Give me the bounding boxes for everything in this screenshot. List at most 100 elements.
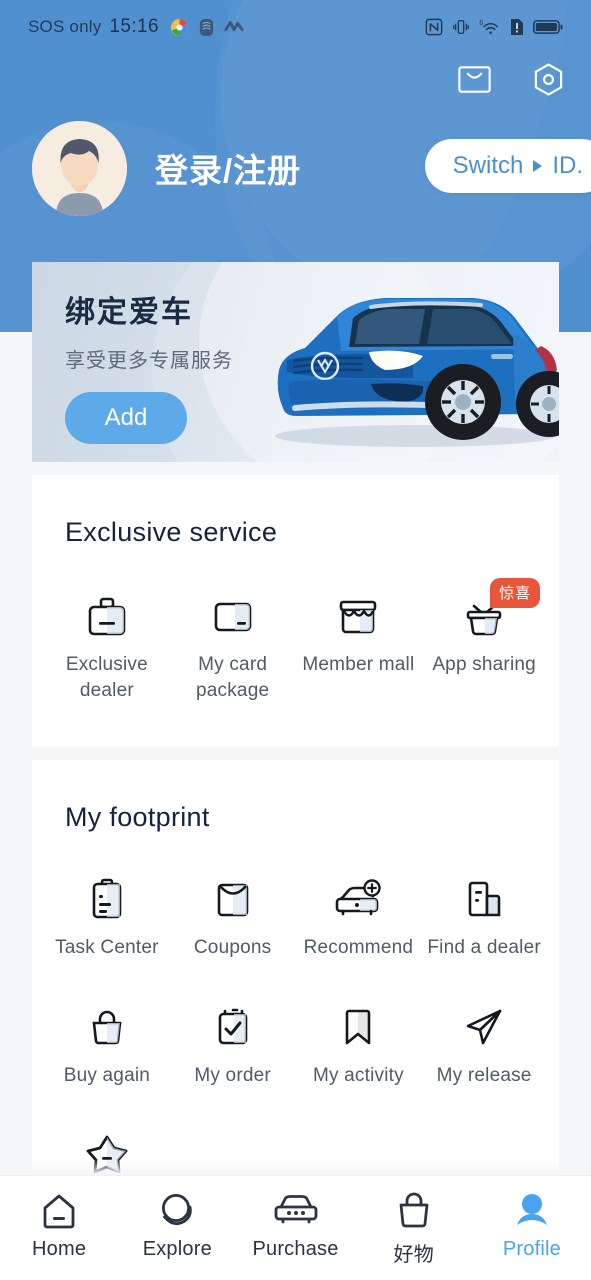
my-footprint-title: My footprint xyxy=(65,802,210,832)
car-plus-icon-wrap xyxy=(334,875,382,921)
banner-subtitle: 享受更多专属服务 xyxy=(65,350,233,372)
clipboard-icon xyxy=(92,878,122,919)
settings-button[interactable] xyxy=(531,62,565,96)
tab-label: Explore xyxy=(142,1238,212,1260)
tab-purchase[interactable]: Purchase xyxy=(236,1190,354,1261)
banner-text-block: 绑定爱车 享受更多专属服务 Add xyxy=(65,287,233,444)
fingerprint-icon xyxy=(199,18,214,36)
car-illustration xyxy=(275,298,559,447)
paper-plane-icon xyxy=(466,1009,502,1044)
clock-label: 15:16 xyxy=(109,16,159,37)
grid-item-coupons[interactable]: Coupons xyxy=(170,875,296,961)
grid-item-my-activity[interactable]: My activity xyxy=(296,1003,422,1089)
add-car-button[interactable]: Add xyxy=(65,392,187,444)
tab-explore[interactable]: Explore xyxy=(118,1190,236,1261)
mail-button[interactable] xyxy=(457,62,491,96)
settings-hex-icon xyxy=(534,62,562,96)
sim-alert-icon xyxy=(511,19,523,35)
wifi-6-icon: 6 xyxy=(479,18,499,35)
home-icon xyxy=(43,1194,75,1229)
mail-icon xyxy=(457,65,491,93)
bottom-navigation: Home Explore Purchase 好物 Profile xyxy=(0,1175,591,1280)
status-bar: SOS only 15:16 6 xyxy=(0,0,591,54)
bookmark-icon xyxy=(346,1009,371,1044)
my-footprint-card: My footprint Task Center Coupons Recomme… xyxy=(32,760,559,1174)
switch-id-button[interactable]: Switch ID. xyxy=(424,139,591,193)
car-plus-icon xyxy=(336,879,382,916)
grid-label: My release xyxy=(436,1064,532,1086)
avatar-placeholder-icon xyxy=(32,120,127,216)
dealer-building-icon-wrap xyxy=(462,875,506,921)
status-bar-right: 6 xyxy=(425,18,563,36)
grid-item-buy-again[interactable]: Buy again xyxy=(44,1003,170,1089)
gift-basket-icon-wrap: 惊喜 xyxy=(462,578,541,638)
grid-item-task-center[interactable]: Task Center xyxy=(44,875,170,961)
storefront-icon xyxy=(340,600,377,634)
svg-text:6: 6 xyxy=(479,18,483,27)
status-badge: 惊喜 xyxy=(490,578,541,608)
content-fade-mask xyxy=(0,1159,591,1175)
person-icon-wrap xyxy=(512,1190,552,1230)
grid-item-recommend[interactable]: Recommend xyxy=(296,875,422,961)
avatar[interactable] xyxy=(32,120,127,216)
tab-label: Profile xyxy=(502,1238,561,1260)
grid-label: My card package xyxy=(196,654,270,701)
grid-item-app-sharing[interactable]: 惊喜 App sharing xyxy=(421,578,547,703)
bind-car-banner[interactable]: 绑定爱车 享受更多专属服务 Add xyxy=(32,262,559,462)
grid-label: Recommend xyxy=(303,937,414,958)
briefcase-icon xyxy=(88,597,126,636)
dealer-building-icon xyxy=(468,881,501,917)
tab-label: 好物 xyxy=(393,1244,434,1266)
carrier-label: SOS only xyxy=(28,17,102,36)
header-actions xyxy=(457,62,565,96)
envelope-icon xyxy=(217,883,248,917)
car-icon xyxy=(274,1195,317,1224)
grid-item-exclusive-dealer[interactable]: Exclusive dealer xyxy=(44,592,170,703)
car-icon-wrap xyxy=(273,1190,319,1230)
profile-summary: 登录/注册 Switch ID. xyxy=(0,118,591,218)
my-footprint-grid-row-1: Task Center Coupons Recommend Find a dea… xyxy=(32,875,559,961)
grid-item-find-a-dealer[interactable]: Find a dealer xyxy=(421,875,547,961)
tab-profile[interactable]: Profile xyxy=(473,1190,591,1261)
briefcase-icon-wrap xyxy=(85,592,129,638)
grid-label: App sharing xyxy=(432,654,536,675)
storefront-icon-wrap xyxy=(336,592,380,638)
nfc-icon xyxy=(425,18,443,36)
card-package-icon-wrap xyxy=(211,592,255,638)
grid-label: My order xyxy=(194,1064,271,1086)
paper-plane-icon-wrap xyxy=(462,1003,506,1049)
app-root: SOS only 15:16 6 登录/注册 Switch ID. 绑定爱车 享… xyxy=(0,0,591,1280)
card-package-icon xyxy=(214,602,251,632)
shopping-bag-icon-wrap xyxy=(85,1003,129,1049)
grid-item-my-release[interactable]: My release xyxy=(421,1003,547,1089)
tab-home[interactable]: Home xyxy=(0,1190,118,1261)
exclusive-service-title: Exclusive service xyxy=(65,517,278,547)
shopping-bag-icon xyxy=(92,1010,122,1044)
battery-icon xyxy=(533,20,563,34)
grid-label: Buy again xyxy=(63,1064,151,1086)
bookmark-icon-wrap xyxy=(336,1003,380,1049)
planet-icon-wrap xyxy=(157,1190,197,1230)
status-left-icons xyxy=(170,18,244,37)
switch-pill-suffix: ID. xyxy=(552,152,583,179)
planet-icon xyxy=(162,1193,193,1226)
chrome-icon xyxy=(170,18,189,36)
login-register-label[interactable]: 登录/注册 xyxy=(155,144,301,192)
exclusive-service-grid: Exclusive dealer My card package Member … xyxy=(32,578,559,703)
home-icon-wrap xyxy=(39,1190,79,1230)
play-triangle-icon xyxy=(533,160,543,172)
grid-item-member-mall[interactable]: Member mall xyxy=(296,592,422,703)
health-icon xyxy=(224,21,244,32)
vibrate-icon xyxy=(453,20,469,34)
grid-item-my-order[interactable]: My order xyxy=(170,1003,296,1089)
grid-item-my-card-package[interactable]: My card package xyxy=(170,592,296,703)
switch-pill-label: Switch xyxy=(452,152,524,179)
tab-label: Home xyxy=(32,1238,87,1260)
grid-label: Member mall xyxy=(302,654,415,675)
tab-haowu[interactable]: 好物 xyxy=(355,1190,473,1267)
grid-label: Task Center xyxy=(55,937,159,958)
my-footprint-grid-row-2: Buy again My order My activity My releas… xyxy=(32,1003,559,1089)
checklist-icon-wrap xyxy=(211,1003,255,1049)
bag-icon-wrap xyxy=(394,1190,434,1230)
tab-label: Purchase xyxy=(252,1238,339,1260)
